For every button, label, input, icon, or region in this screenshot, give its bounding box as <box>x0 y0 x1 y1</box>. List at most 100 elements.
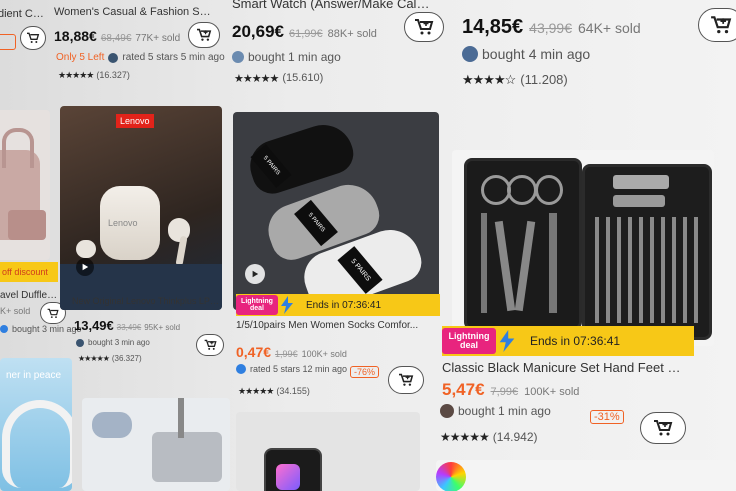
play-icon <box>252 270 259 278</box>
case-left <box>464 158 582 330</box>
earbud-left <box>76 240 96 258</box>
product-image[interactable] <box>0 110 50 260</box>
review-text: bought 1 min ago <box>458 404 551 418</box>
cart-plus-icon <box>399 373 414 386</box>
user-avatar <box>236 364 246 374</box>
add-to-cart-button[interactable] <box>388 366 424 394</box>
rating-row: ★★★★★ (14.942) <box>440 430 538 444</box>
product-title[interactable]: New Original Lenovo Thinkplus LP40 T... <box>72 296 222 306</box>
tool <box>549 213 557 313</box>
sold-count: K+ sold <box>0 306 31 316</box>
lightning-deal-badge: Lightning deal <box>236 295 278 315</box>
original-price: 61,99€ <box>289 28 323 40</box>
add-to-cart-button[interactable] <box>196 334 224 356</box>
discount-badge: -31% <box>590 410 624 424</box>
phone-screen-glow <box>276 464 300 490</box>
price-row: 13,49€ 33,49€ 95K+ sold <box>74 318 180 333</box>
bag-strap <box>2 128 34 168</box>
rating-row: ★★★★★ (16.327) <box>58 70 130 81</box>
product-title[interactable]: Smart Watch (Answer/Make Call), 4.65... <box>232 0 432 11</box>
add-to-cart-button[interactable] <box>188 22 220 48</box>
star-rating: ★★★★★ <box>440 430 490 444</box>
sold-count: 64K+ sold <box>578 20 641 36</box>
product-card[interactable]: 14,85€ 43,99€ 64K+ sold bought 4 min ago… <box>462 0 736 95</box>
video-play-button[interactable] <box>76 258 94 276</box>
review-text: rated 5 stars 5 min ago <box>122 52 225 63</box>
earbuds-case: Lenovo <box>100 186 160 260</box>
tools-row <box>595 217 699 323</box>
cart-plus-icon <box>47 308 59 318</box>
tool <box>481 213 487 313</box>
rating-row: ★★★★★ (15.610) <box>234 72 323 85</box>
product-image[interactable]: Lenovo Lenovo <box>60 106 222 310</box>
review-row: Only 5 Left rated 5 stars 5 min ago <box>56 52 225 63</box>
original-price: 1,99€ <box>275 349 298 359</box>
product-grid: dient Color ... Women's Casual & Fashion… <box>0 0 736 491</box>
cart-plus-icon <box>204 339 217 350</box>
bag-pouch <box>8 210 46 240</box>
lightning-deal-badge: Lightning deal <box>442 328 496 354</box>
product-image[interactable]: ner in peace <box>0 358 72 491</box>
review-row: bought 1 min ago <box>232 50 341 64</box>
star-rating: ★★★★★ <box>78 354 110 363</box>
product-image[interactable] <box>236 412 420 491</box>
countdown: Ends in 07:36:41 <box>530 334 621 348</box>
price: 0,47€ <box>236 344 272 360</box>
product-title[interactable]: 1/5/10pairs Men Women Socks Comfor... <box>236 320 424 331</box>
review-count: (15.610) <box>282 72 324 84</box>
review-count: (14.942) <box>492 430 538 444</box>
brand-name: Lenovo <box>120 116 150 126</box>
product-image[interactable] <box>436 460 736 491</box>
price-row: 5,47€ 7,99€ 100K+ sold <box>442 380 579 400</box>
sold-count: 95K+ sold <box>144 323 181 332</box>
cart-plus-icon <box>27 32 40 43</box>
user-avatar <box>462 46 478 62</box>
product-title[interactable]: Classic Black Manicure Set Hand Feet F..… <box>442 360 682 375</box>
pack-label: 5 PAIRS <box>261 155 281 177</box>
mop-handle <box>178 398 184 438</box>
pack-label: 5 PAIRS <box>306 212 326 234</box>
case-brand: Lenovo <box>108 218 138 228</box>
add-to-cart-button[interactable] <box>404 12 444 42</box>
review-text: bought 3 min ago <box>88 338 150 347</box>
review-row: bought 4 min ago <box>462 46 590 62</box>
star-rating: ★★★★★ <box>234 73 279 85</box>
price-row: 20,69€ 61,99€ 88K+ sold <box>232 22 377 42</box>
cart-plus-icon <box>654 420 673 436</box>
price: 5,47€ <box>442 380 485 399</box>
discount-badge: -76% <box>350 366 380 378</box>
cart-plus-icon <box>415 19 434 35</box>
user-avatar <box>440 404 454 418</box>
add-to-cart-button[interactable] <box>20 26 46 50</box>
nipper <box>514 220 536 312</box>
product-image[interactable] <box>82 398 230 491</box>
cart-plus-icon <box>711 16 732 34</box>
lightning-icon <box>281 296 293 314</box>
roll <box>92 412 132 438</box>
lightning-line1: Lightning <box>241 298 273 305</box>
original-price: 33,49€ <box>116 323 142 332</box>
product-title[interactable]: avel Duffle Bag Set... <box>0 290 58 301</box>
rating-row: ★★★★☆ (11.208) <box>462 72 568 88</box>
rating-row: ★★★★★ (36.327) <box>78 354 142 363</box>
user-avatar <box>0 325 8 333</box>
lightning-deal-bar: Lightning deal Ends in 07:36:41 <box>442 326 694 356</box>
mop-bucket <box>152 432 222 482</box>
sold-count: 100K+ sold <box>301 349 347 359</box>
review-row: rated 5 stars 12 min ago <box>236 364 347 374</box>
case-right <box>582 164 712 340</box>
product-image[interactable] <box>452 150 714 346</box>
add-to-cart-button[interactable] <box>640 412 686 444</box>
review-count: (34.155) <box>276 386 310 396</box>
video-play-button[interactable] <box>245 264 265 284</box>
product-title[interactable]: Women's Casual & Fashion Sneakers, L... <box>54 6 216 18</box>
star-rating: ★★★★☆ <box>462 72 516 87</box>
add-to-cart-button[interactable] <box>698 8 736 42</box>
brand-logo: Lenovo <box>116 114 154 128</box>
price: 14,85€ <box>462 16 524 38</box>
product-image[interactable]: 5 PAIRS 5 PAIRS 5 PAIRS <box>233 112 439 310</box>
user-avatar <box>76 338 84 347</box>
price-row: 14,85€ 43,99€ 64K+ sold <box>462 16 641 39</box>
discount-label: off discount <box>2 267 48 277</box>
price: 20,69€ <box>232 22 284 41</box>
